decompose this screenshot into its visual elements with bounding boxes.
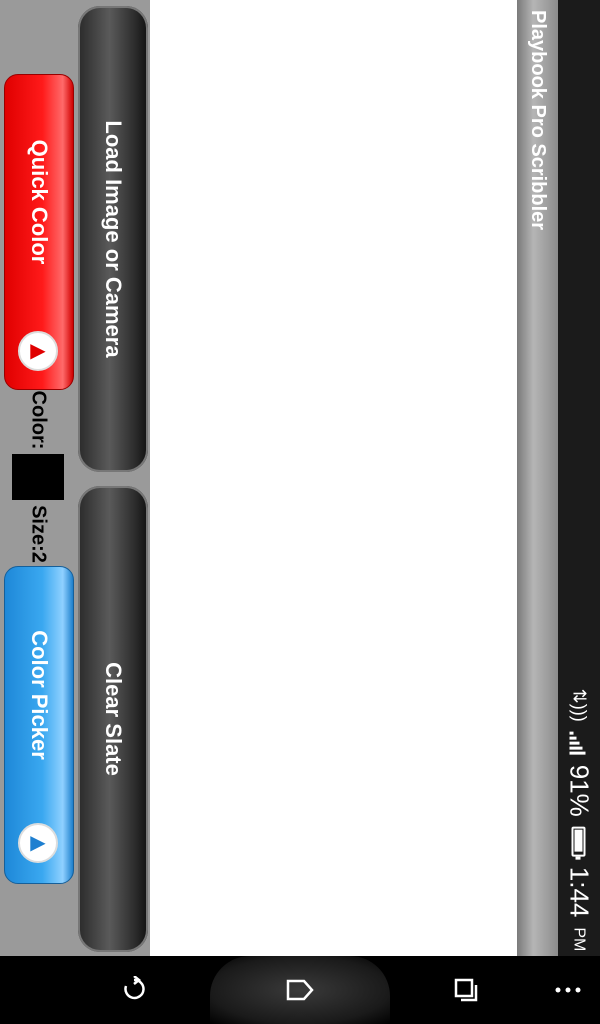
wifi-icon: ⇅))) <box>569 688 590 722</box>
quick-color-label: Quick Color <box>27 139 52 265</box>
color-picker-button[interactable]: Color Picker ▶ <box>4 566 74 884</box>
dropdown-arrow-icon: ▶ <box>18 331 58 371</box>
navigation-bar <box>0 956 600 1024</box>
current-color-swatch <box>12 454 64 500</box>
status-group: ⇅))) 91% 1:44 PM <box>564 689 595 952</box>
load-image-label: Load Image or Camera <box>101 120 126 358</box>
drawing-canvas[interactable] <box>150 0 517 956</box>
quick-color-button[interactable]: Quick Color ▶ <box>4 74 74 390</box>
status-bar: ⇅))) 91% 1:44 PM <box>558 0 600 956</box>
menu-icon[interactable] <box>546 968 590 1012</box>
color-picker-label: Color Picker <box>27 630 52 760</box>
signal-icon <box>570 731 588 755</box>
load-image-button[interactable]: Load Image or Camera <box>78 6 148 472</box>
recents-icon[interactable] <box>444 968 488 1012</box>
dropdown-arrow-icon: ▶ <box>18 823 58 863</box>
app-title: Playbook Pro Scribbler <box>527 10 549 231</box>
color-label: Color: <box>27 390 50 450</box>
size-label: Size:2 <box>27 505 50 563</box>
home-icon[interactable] <box>278 968 322 1012</box>
clear-slate-label: Clear Slate <box>101 662 126 776</box>
clock-ampm: PM <box>571 927 588 952</box>
title-bar: Playbook Pro Scribbler <box>517 0 558 956</box>
back-icon[interactable] <box>112 968 156 1012</box>
clear-slate-button[interactable]: Clear Slate <box>78 486 148 952</box>
battery-percent: 91% <box>564 764 595 817</box>
clock: 1:44 <box>564 866 595 918</box>
battery-icon <box>572 826 586 857</box>
